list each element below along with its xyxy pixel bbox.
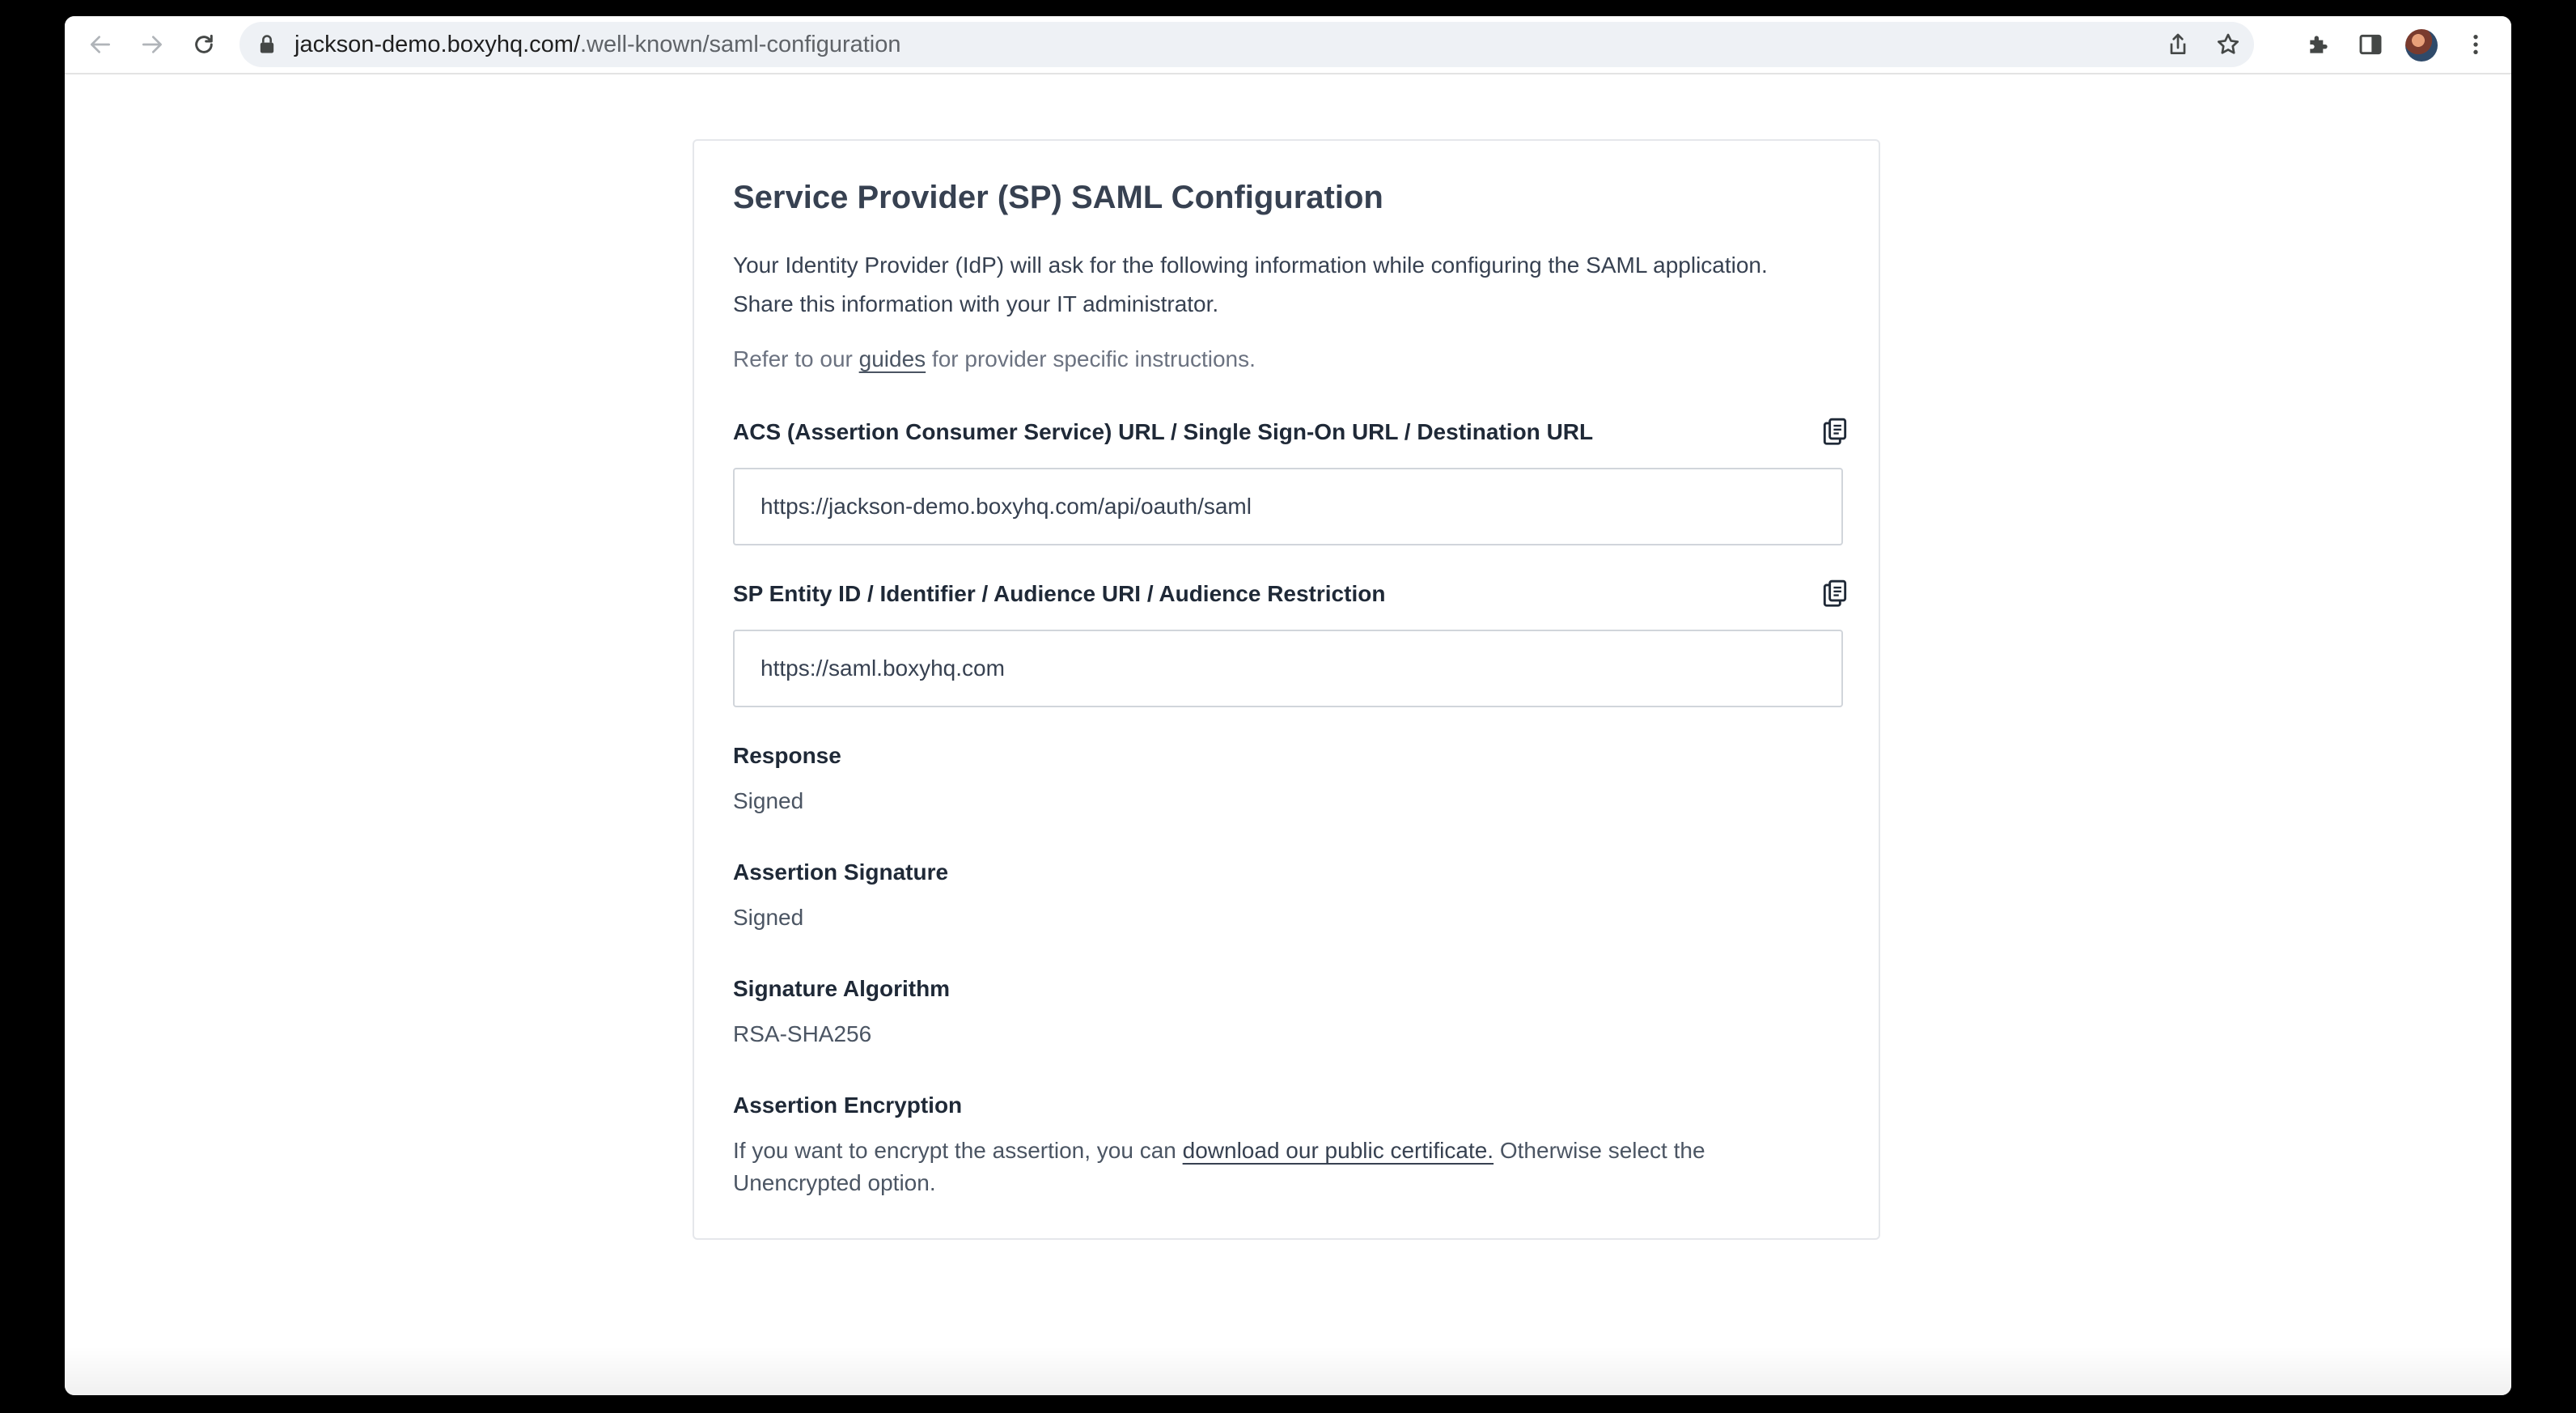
clipboard-copy-icon: [1823, 418, 1847, 445]
copy-acs-url-button[interactable]: [1817, 414, 1853, 450]
side-panel-button[interactable]: [2353, 27, 2388, 62]
page-title: Service Provider (SP) SAML Configuration: [733, 180, 1383, 215]
signature-algorithm-value: RSA-SHA256: [733, 1021, 872, 1046]
response-value: Signed: [733, 788, 804, 813]
browser-toolbar: jackson-demo.boxyhq.com/.well-known/saml…: [65, 16, 2511, 74]
download-certificate-link[interactable]: download our public certificate.: [1183, 1138, 1493, 1163]
assertion-encryption-text: If you want to encrypt the assertion, yo…: [733, 1135, 1817, 1199]
refer-suffix: for provider specific instructions.: [926, 346, 1256, 371]
signature-algorithm-label: Signature Algorithm: [733, 976, 951, 1001]
back-arrow-icon: [91, 36, 110, 53]
forward-arrow-icon: [142, 36, 162, 53]
side-panel-icon: [2359, 34, 2382, 55]
intro-text: Your Identity Provider (IdP) will ask fo…: [733, 252, 1768, 316]
address-bar[interactable]: jackson-demo.boxyhq.com/.well-known/saml…: [239, 22, 2254, 67]
share-icon[interactable]: [2165, 32, 2191, 57]
bookmark-star-icon[interactable]: [2215, 32, 2241, 57]
avatar[interactable]: [2405, 29, 2438, 62]
clipboard-copy-icon: [1823, 579, 1847, 607]
entity-id-label: SP Entity ID / Identifier / Audience URI…: [733, 581, 1386, 606]
back-button[interactable]: [83, 27, 118, 62]
reload-button[interactable]: [186, 27, 222, 62]
page-content: Service Provider (SP) SAML Configuration…: [65, 74, 2511, 1395]
kebab-menu-icon: [2473, 35, 2478, 54]
forward-button[interactable]: [134, 27, 170, 62]
lock-icon: [260, 35, 274, 53]
extensions-button[interactable]: [2301, 27, 2337, 62]
url-path: .well-known/saml-configuration: [580, 32, 901, 57]
refer-prefix: Refer to our: [733, 346, 859, 371]
url-host: jackson-demo.boxyhq.com/: [294, 32, 580, 57]
copy-entity-id-button[interactable]: [1817, 576, 1853, 612]
saml-config-card: Service Provider (SP) SAML Configuration…: [693, 139, 1880, 1240]
assertion-signature-label: Assertion Signature: [733, 859, 949, 885]
browser-window: jackson-demo.boxyhq.com/.well-known/saml…: [65, 16, 2511, 1395]
guides-link[interactable]: guides: [859, 346, 926, 371]
assertion-encryption-label: Assertion Encryption: [733, 1093, 963, 1118]
response-label: Response: [733, 743, 841, 768]
extensions-puzzle-icon: [2310, 36, 2328, 53]
url-text: jackson-demo.boxyhq.com/.well-known/saml…: [294, 22, 901, 67]
reload-icon: [195, 34, 213, 53]
refer-text: Refer to our guides for provider specifi…: [733, 343, 1256, 376]
assertion-signature-value: Signed: [733, 905, 804, 930]
acs-url-field[interactable]: [733, 468, 1843, 545]
encryption-text-prefix: If you want to encrypt the assertion, yo…: [733, 1138, 1183, 1163]
acs-url-label: ACS (Assertion Consumer Service) URL / S…: [733, 419, 1594, 444]
entity-id-field[interactable]: [733, 630, 1843, 707]
browser-menu-button[interactable]: [2458, 27, 2493, 62]
